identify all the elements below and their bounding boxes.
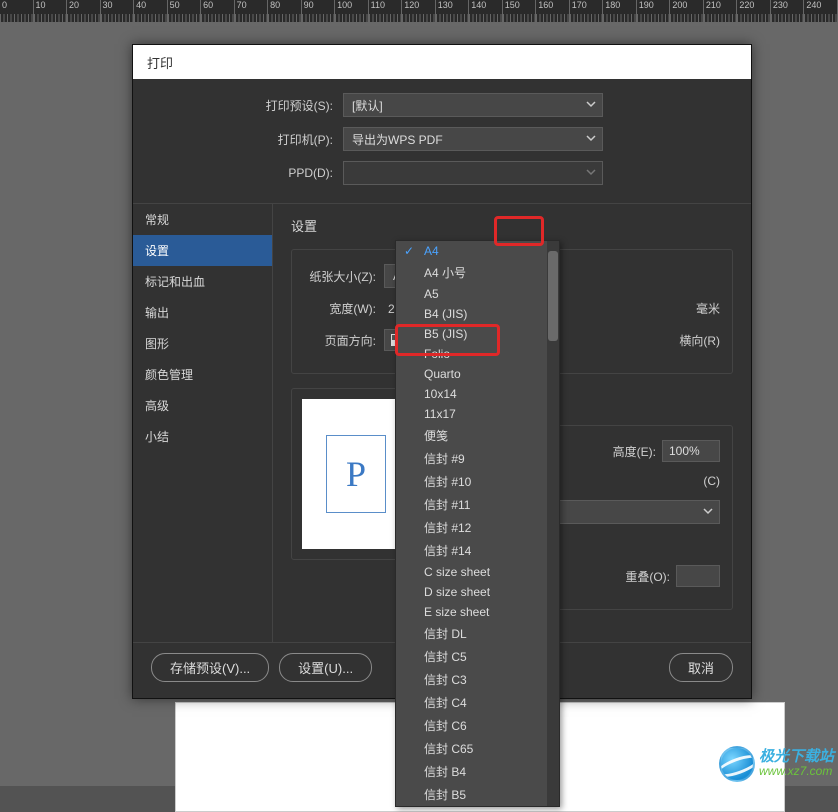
overlap-input[interactable] bbox=[676, 565, 720, 587]
height-input[interactable]: 100% bbox=[662, 440, 720, 462]
papersize-option[interactable]: A4 小号 bbox=[396, 261, 559, 284]
papersize-option[interactable]: 信封 C5 bbox=[396, 645, 559, 668]
ruler-tick: 10 bbox=[34, 0, 68, 22]
setup-button[interactable]: 设置(U)... bbox=[279, 653, 372, 682]
sidebar-item[interactable]: 颜色管理 bbox=[133, 359, 272, 390]
papersize-option[interactable]: 10x14 bbox=[396, 384, 559, 404]
horizontal-ruler: 0102030405060708090100110120130140150160… bbox=[0, 0, 838, 22]
papersize-option[interactable]: 信封 C6 bbox=[396, 714, 559, 737]
printer-value: 导出为WPS PDF bbox=[352, 131, 443, 148]
papersize-option[interactable]: B4 (JIS) bbox=[396, 304, 559, 324]
chevron-down-icon bbox=[586, 166, 596, 180]
papersize-option[interactable]: B5 (JIS) bbox=[396, 324, 559, 344]
papersize-option[interactable]: C size sheet bbox=[396, 562, 559, 582]
papersize-option[interactable]: 信封 B5 bbox=[396, 783, 559, 806]
ruler-tick: 120 bbox=[402, 0, 436, 22]
papersize-option[interactable]: Quarto bbox=[396, 364, 559, 384]
preset-label: 打印预设(S): bbox=[153, 97, 343, 114]
ruler-tick: 90 bbox=[302, 0, 336, 22]
dialog-titlebar: 打印 bbox=[133, 45, 751, 79]
ruler-tick: 190 bbox=[637, 0, 671, 22]
papersize-option[interactable]: 信封 #12 bbox=[396, 516, 559, 539]
ruler-tick: 40 bbox=[134, 0, 168, 22]
watermark-line1: 极光下载站 bbox=[759, 749, 834, 764]
papersize-option[interactable]: 便笺 bbox=[396, 424, 559, 447]
papersize-option[interactable]: 信封 #11 bbox=[396, 493, 559, 516]
sidebar-item[interactable]: 标记和出血 bbox=[133, 266, 272, 297]
papersize-option[interactable]: D size sheet bbox=[396, 582, 559, 602]
printer-label: 打印机(P): bbox=[153, 131, 343, 148]
ruler-tick: 230 bbox=[771, 0, 805, 22]
sidebar-item[interactable]: 设置 bbox=[133, 235, 272, 266]
papersize-option[interactable]: E size sheet bbox=[396, 602, 559, 622]
papersize-option[interactable]: Folio bbox=[396, 344, 559, 364]
sidebar-item[interactable]: 常规 bbox=[133, 204, 272, 235]
ruler-tick: 70 bbox=[235, 0, 269, 22]
papersize-option[interactable]: 信封 #14 bbox=[396, 539, 559, 562]
papersize-option[interactable]: 11x17 bbox=[396, 404, 559, 424]
height-label: 高度(E): bbox=[607, 443, 662, 460]
category-sidebar: 常规设置标记和出血输出图形颜色管理高级小结 bbox=[133, 204, 273, 642]
ruler-tick: 200 bbox=[670, 0, 704, 22]
preset-dropdown[interactable]: [默认] bbox=[343, 93, 603, 117]
width-unit: 毫米 bbox=[696, 300, 720, 317]
ruler-tick: 80 bbox=[268, 0, 302, 22]
papersize-option[interactable]: 信封 C4 bbox=[396, 691, 559, 714]
watermark-logo-icon bbox=[719, 746, 755, 782]
chevron-down-icon bbox=[703, 505, 713, 519]
sidebar-item[interactable]: 小结 bbox=[133, 421, 272, 452]
ruler-tick: 0 bbox=[0, 0, 34, 22]
settings-heading: 设置 bbox=[291, 216, 733, 235]
sidebar-item[interactable]: 输出 bbox=[133, 297, 272, 328]
orient-label: 页面方向: bbox=[304, 332, 384, 349]
ppd-dropdown bbox=[343, 161, 603, 185]
ppd-label: PPD(D): bbox=[153, 166, 343, 180]
ruler-tick: 150 bbox=[503, 0, 537, 22]
watermark-line2: www.xz7.com bbox=[759, 764, 834, 778]
ruler-tick: 110 bbox=[369, 0, 403, 22]
width-label: 宽度(W): bbox=[304, 300, 384, 317]
papersize-option[interactable]: 信封 #10 bbox=[396, 470, 559, 493]
papersize-option[interactable]: A5 bbox=[396, 284, 559, 304]
watermark: 极光下载站 www.xz7.com bbox=[719, 746, 834, 782]
overlap-label: 重叠(O): bbox=[619, 568, 676, 585]
chevron-down-icon bbox=[586, 132, 596, 146]
ruler-tick: 20 bbox=[67, 0, 101, 22]
printer-dropdown[interactable]: 导出为WPS PDF bbox=[343, 127, 603, 151]
papersize-option[interactable]: 信封 C3 bbox=[396, 668, 559, 691]
ruler-tick: 50 bbox=[168, 0, 202, 22]
papersize-option[interactable]: 信封 #9 bbox=[396, 447, 559, 470]
ruler-tick: 220 bbox=[737, 0, 771, 22]
preset-value: [默认] bbox=[352, 97, 383, 114]
ruler-tick: 210 bbox=[704, 0, 738, 22]
papersize-popup[interactable]: A4A4 小号A5B4 (JIS)B5 (JIS)FolioQuarto10x1… bbox=[395, 240, 560, 807]
top-form: 打印预设(S): [默认] 打印机(P): 导出为WPS PDF PPD(D): bbox=[133, 79, 751, 203]
sidebar-item[interactable]: 高级 bbox=[133, 390, 272, 421]
sidebar-item[interactable]: 图形 bbox=[133, 328, 272, 359]
chevron-down-icon bbox=[586, 98, 596, 112]
ruler-tick: 240 bbox=[804, 0, 838, 22]
ruler-tick: 180 bbox=[603, 0, 637, 22]
ruler-tick: 140 bbox=[469, 0, 503, 22]
ruler-tick: 170 bbox=[570, 0, 604, 22]
preview-letter: P bbox=[326, 435, 386, 513]
papersize-option[interactable]: 信封 DL bbox=[396, 622, 559, 645]
ruler-tick: 30 bbox=[101, 0, 135, 22]
papersize-option[interactable]: 信封 B4 bbox=[396, 760, 559, 783]
ruler-tick: 160 bbox=[536, 0, 570, 22]
save-preset-button[interactable]: 存储预设(V)... bbox=[151, 653, 269, 682]
constrain-label: (C) bbox=[703, 474, 720, 488]
ruler-tick: 100 bbox=[335, 0, 369, 22]
papersize-option[interactable]: 信封 C65 bbox=[396, 737, 559, 760]
cancel-button[interactable]: 取消 bbox=[669, 653, 733, 682]
papersize-option[interactable]: A4 bbox=[396, 241, 559, 261]
papersize-label: 纸张大小(Z): bbox=[304, 268, 384, 285]
transverse-label: 横向(R) bbox=[679, 332, 720, 349]
ruler-tick: 130 bbox=[436, 0, 470, 22]
ruler-tick: 60 bbox=[201, 0, 235, 22]
dialog-title: 打印 bbox=[147, 53, 173, 72]
